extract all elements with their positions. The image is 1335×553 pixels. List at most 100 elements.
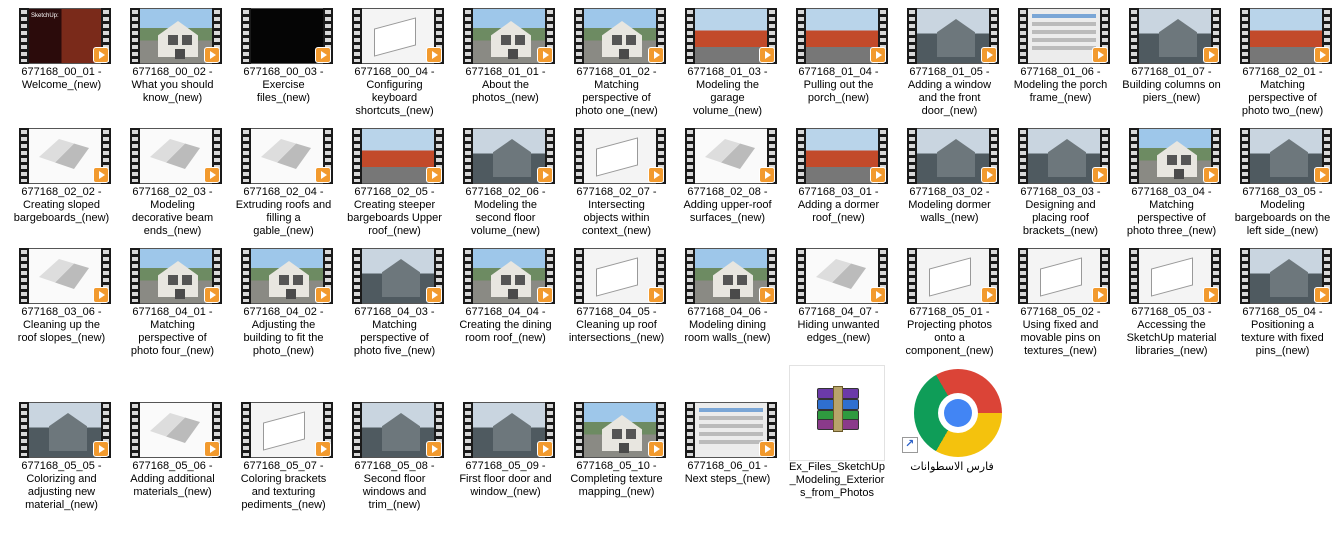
file-item-video[interactable]: 677168_04_07 - Hiding unwanted edges_(new) — [783, 240, 894, 360]
play-icon — [870, 47, 886, 63]
chrome-icon — [914, 369, 1002, 457]
file-label: 677168_02_07 - Intersecting objects within… — [576, 186, 657, 237]
file-item-video[interactable]: 677168_05_04 - Positioning a texture with … — [1227, 240, 1335, 360]
file-item-video[interactable]: 677168_01_01 - About the photos_(new) — [450, 0, 561, 120]
file-item-video[interactable]: 677168_01_05 - Adding a window and the fro… — [894, 0, 1005, 120]
file-item-video[interactable]: 677168_04_04 - Creating the dining room ro… — [450, 240, 561, 360]
video-thumbnail — [1129, 248, 1221, 304]
play-icon — [1314, 167, 1330, 183]
video-thumbnail — [1018, 8, 1110, 64]
file-item-video[interactable]: 677168_00_02 - What you should know_(new) — [117, 0, 228, 120]
file-item-video[interactable]: 677168_06_01 - Next steps_(new) — [672, 394, 783, 514]
video-thumbnail — [19, 128, 111, 184]
file-item-video[interactable]: 677168_04_05 - Cleaning up roof intersecti… — [561, 240, 672, 360]
file-label: 677168_01_06 - Modeling the porch frame_(n… — [1013, 66, 1108, 104]
play-icon — [759, 167, 775, 183]
play-icon — [648, 167, 664, 183]
play-icon — [981, 287, 997, 303]
video-thumbnail — [685, 128, 777, 184]
file-item-video[interactable]: 677168_05_01 - Projecting photos onto a com… — [894, 240, 1005, 360]
file-label: 677168_04_02 - Adjusting the building to f… — [243, 306, 324, 357]
file-item-video[interactable]: 677168_02_01 - Matching perspective of phot… — [1227, 0, 1335, 120]
file-item-chrome-shortcut[interactable]: فارس الاسطوانات — [900, 365, 1012, 475]
play-icon — [1092, 167, 1108, 183]
file-item-zip-archive[interactable]: Ex_Files_SketchUp _Modeling_Exterior s_f… — [789, 365, 885, 505]
file-label: 677168_06_01 - Next steps_(new) — [684, 460, 771, 485]
file-item-video[interactable]: 677168_05_08 - Second floor windows and tri… — [339, 394, 450, 514]
file-item-video[interactable]: 677168_02_06 - Modeling the second floor vo… — [450, 120, 561, 240]
file-item-video[interactable]: 677168_05_06 - Adding additional materials… — [117, 394, 228, 514]
file-item-video[interactable]: 677168_05_05 - Colorizing and adjusting ne… — [6, 394, 117, 514]
file-item-video[interactable]: 677168_03_03 - Designing and placing roof b… — [1005, 120, 1116, 240]
file-label: 677168_03_01 - Adding a dormer roof_(new) — [797, 186, 880, 224]
video-thumbnail — [685, 8, 777, 64]
play-icon — [981, 47, 997, 63]
play-icon — [1092, 47, 1108, 63]
file-item-video[interactable]: 677168_00_01 -Welcome_(new) — [6, 0, 117, 120]
video-thumbnail — [796, 248, 888, 304]
file-item-video[interactable]: 677168_04_06 - Modeling dining room walls_… — [672, 240, 783, 360]
file-item-video[interactable]: 677168_02_02 - Creating sloped bargeboards… — [6, 120, 117, 240]
play-icon — [870, 287, 886, 303]
video-thumbnail — [130, 8, 222, 64]
file-item-video[interactable]: 677168_01_03 - Modeling the garage volume_(… — [672, 0, 783, 120]
file-label: 677168_02_03 - Modeling decorative beam end… — [131, 186, 214, 237]
file-item-video[interactable]: 677168_05_02 - Using fixed and movable pin… — [1005, 240, 1116, 360]
file-item-video[interactable]: 677168_01_02 - Matching perspective of phot… — [561, 0, 672, 120]
file-item-video[interactable]: 677168_00_03 - Exercise files_(new) — [228, 0, 339, 120]
file-item-video[interactable]: 677168_03_01 - Adding a dormer roof_(new) — [783, 120, 894, 240]
file-item-video[interactable]: 677168_02_08 - Adding upper-roof surfaces_… — [672, 120, 783, 240]
play-icon — [537, 167, 553, 183]
file-label: 677168_00_03 - Exercise files_(new) — [243, 66, 324, 104]
file-label: 677168_01_03 - Modeling the garage volume_(… — [687, 66, 768, 117]
file-grid: 677168_00_01 -Welcome_(new) 677168_00_02 … — [0, 0, 1335, 553]
file-label: 677168_02_04 - Extruding roofs and filling… — [235, 186, 332, 237]
file-label: 677168_03_06 - Cleaning up the roof slopes… — [17, 306, 106, 344]
file-item-video[interactable]: 677168_01_04 - Pulling out the porch_(new) — [783, 0, 894, 120]
file-item-video[interactable]: 677168_01_06 - Modeling the porch frame_(n… — [1005, 0, 1116, 120]
play-icon — [1203, 47, 1219, 63]
file-item-video[interactable]: 677168_05_09 - First floor door and window… — [450, 394, 561, 514]
play-icon — [1314, 47, 1330, 63]
play-icon — [981, 167, 997, 183]
video-thumbnail — [1129, 128, 1221, 184]
file-label: 677168_01_02 - Matching perspective of phot… — [575, 66, 658, 117]
play-icon — [870, 167, 886, 183]
video-thumbnail — [241, 128, 333, 184]
video-thumbnail — [685, 248, 777, 304]
file-label: 677168_04_07 - Hiding unwanted edges_(new) — [797, 306, 880, 344]
file-item-video[interactable]: 677168_03_02 - Modeling dormer walls_(new) — [894, 120, 1005, 240]
play-icon — [93, 441, 109, 457]
play-icon — [537, 47, 553, 63]
file-item-video[interactable]: 677168_00_04 - Configuring keyboard shortcu… — [339, 0, 450, 120]
play-icon — [426, 167, 442, 183]
file-label: 677168_02_05 - Creating steeper bargeboard… — [347, 186, 442, 237]
file-label: 677168_01_07 - Building columns on piers_(… — [1122, 66, 1221, 104]
file-label: 677168_02_08 - Adding upper-roof surfaces_… — [683, 186, 772, 224]
file-item-video[interactable]: 677168_04_02 - Adjusting the building to f… — [228, 240, 339, 360]
video-thumbnail — [463, 402, 555, 458]
file-item-video[interactable]: 677168_05_10 - Completing texture mapping_… — [561, 394, 672, 514]
video-thumbnail — [796, 8, 888, 64]
play-icon — [315, 47, 331, 63]
file-item-video[interactable]: 677168_03_05 - Modeling bargeboards on the… — [1227, 120, 1335, 240]
file-item-video[interactable]: 677168_03_04 - Matching perspective of phot… — [1116, 120, 1227, 240]
file-item-video[interactable]: 677168_02_04 - Extruding roofs and filling… — [228, 120, 339, 240]
file-item-video[interactable]: 677168_01_07 - Building columns on piers_(… — [1116, 0, 1227, 120]
video-thumbnail — [241, 248, 333, 304]
file-item-video[interactable]: 677168_04_03 - Matching perspective of phot… — [339, 240, 450, 360]
video-thumbnail — [574, 402, 666, 458]
file-label: 677168_04_03 - Matching perspective of phot… — [353, 306, 436, 357]
file-item-video[interactable]: 677168_05_07 - Coloring brackets and textu… — [228, 394, 339, 514]
file-item-video[interactable]: 677168_03_06 - Cleaning up the roof slopes… — [6, 240, 117, 360]
file-item-video[interactable]: 677168_04_01 - Matching perspective of phot… — [117, 240, 228, 360]
file-item-video[interactable]: 677168_02_03 - Modeling decorative beam end… — [117, 120, 228, 240]
play-icon — [759, 47, 775, 63]
file-item-video[interactable]: 677168_05_03 - Accessing the SketchUp mate… — [1116, 240, 1227, 360]
play-icon — [426, 47, 442, 63]
file-item-video[interactable]: 677168_02_07 - Intersecting objects within… — [561, 120, 672, 240]
play-icon — [1314, 287, 1330, 303]
file-label: 677168_05_03 - Accessing the SketchUp mate… — [1126, 306, 1217, 357]
file-label: 677168_05_07 - Coloring brackets and textu… — [240, 460, 327, 511]
file-item-video[interactable]: 677168_02_05 - Creating steeper bargeboard… — [339, 120, 450, 240]
